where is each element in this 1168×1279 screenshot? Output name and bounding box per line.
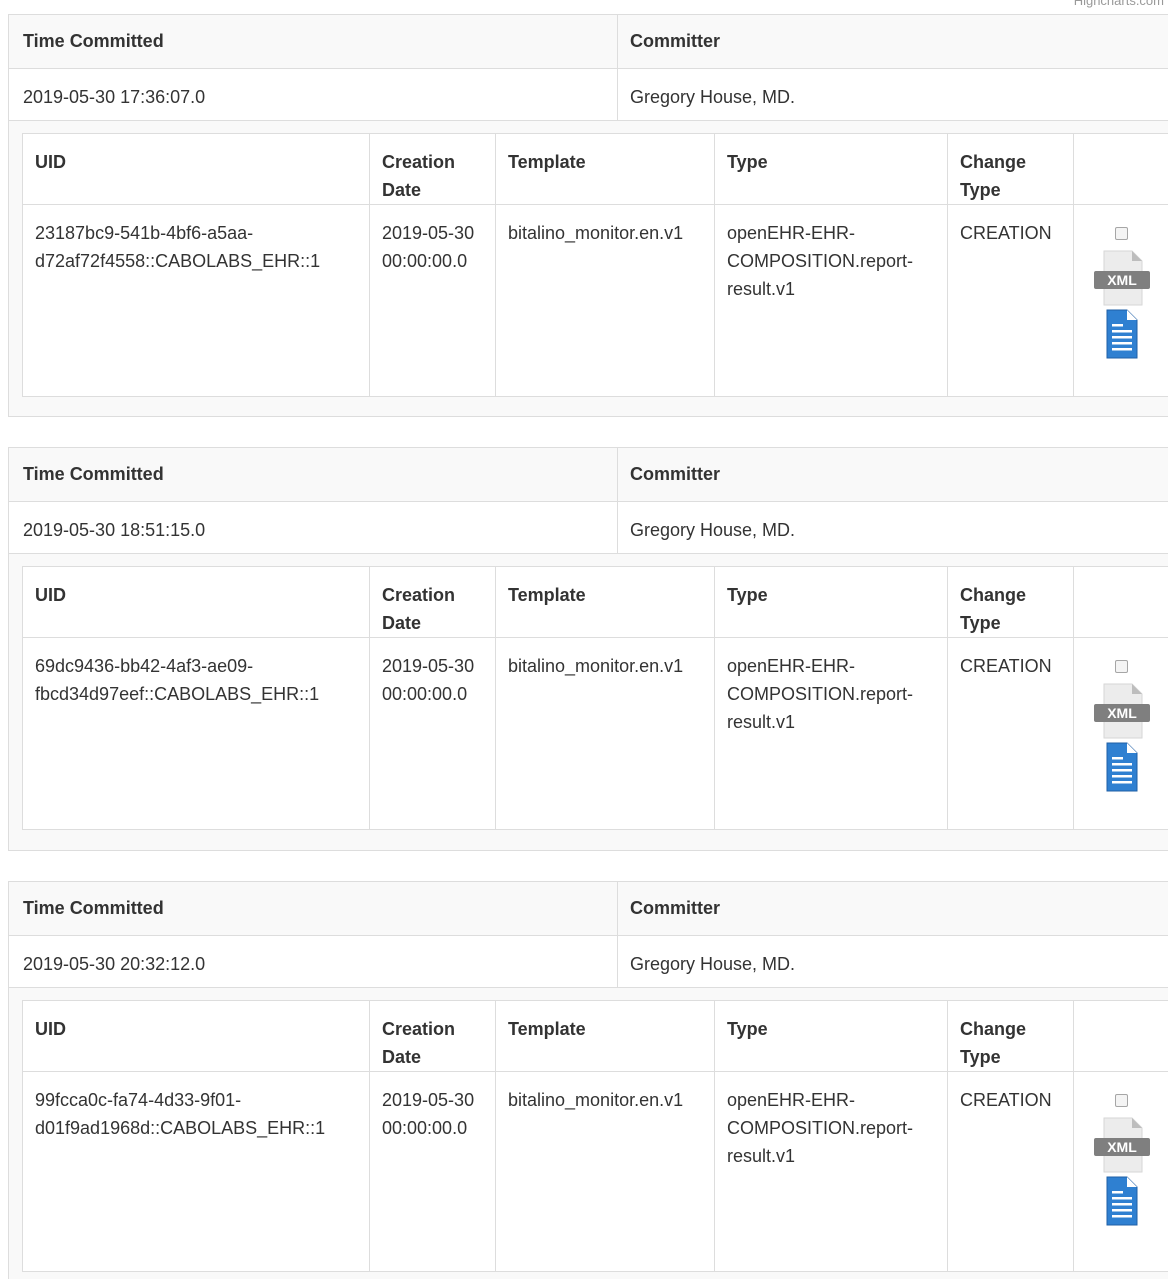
xml-file-icon[interactable]: XML bbox=[1090, 1116, 1154, 1174]
uid-header: UID bbox=[22, 566, 370, 638]
svg-text:XML: XML bbox=[1107, 272, 1137, 288]
time-committed-value: 2019-05-30 18:51:15.0 bbox=[9, 502, 618, 553]
template-header: Template bbox=[495, 566, 715, 638]
committer-value: Gregory House, MD. bbox=[630, 87, 796, 107]
versions-table: UID Creation Date Template Type Change T… bbox=[22, 566, 1168, 830]
highcharts-credit[interactable]: Highcharts.com bbox=[1074, 0, 1164, 9]
time-committed-header: Time Committed bbox=[9, 882, 618, 935]
template-cell: bitalino_monitor.en.v1 bbox=[495, 204, 715, 397]
uid-header: UID bbox=[22, 1000, 370, 1072]
type-cell: openEHR-EHR-COMPOSITION.report-result.v1 bbox=[714, 637, 948, 830]
creation-date-cell: 2019-05-30 00:00:00.0 bbox=[369, 1071, 496, 1272]
type-header: Type bbox=[714, 1000, 948, 1072]
versions-table: UID Creation Date Template Type Change T… bbox=[22, 1000, 1168, 1272]
table-row: 99fcca0c-fa74-4d33-9f01-d01f9ad1968d::CA… bbox=[22, 1071, 1168, 1272]
time-committed-header: Time Committed bbox=[9, 448, 618, 501]
contribution-block: Time Committed Committer 2019-05-30 17:3… bbox=[8, 14, 1168, 417]
svg-text:XML: XML bbox=[1107, 705, 1137, 721]
versions-header-row: UID Creation Date Template Type Change T… bbox=[22, 1000, 1168, 1072]
change-type-cell: CREATION bbox=[947, 1071, 1074, 1272]
committer-value: Gregory House, MD. bbox=[630, 520, 796, 540]
type-cell: openEHR-EHR-COMPOSITION.report-result.v1 bbox=[714, 204, 948, 397]
actions-header bbox=[1073, 1000, 1168, 1072]
creation-date-header: Creation Date bbox=[369, 1000, 496, 1072]
actions-cell: XML bbox=[1073, 204, 1168, 397]
committer-header: Committer bbox=[630, 898, 721, 918]
contribution-row: 2019-05-30 20:32:12.0 Gregory House, MD. bbox=[9, 936, 1168, 988]
uid-cell: 69dc9436-bb42-4af3-ae09-fbcd34d97eef::CA… bbox=[22, 637, 370, 830]
contribution-header-row: Time Committed Committer bbox=[9, 15, 1168, 69]
type-header: Type bbox=[714, 133, 948, 205]
committer-value: Gregory House, MD. bbox=[630, 954, 796, 974]
select-version-checkbox[interactable] bbox=[1115, 1094, 1129, 1107]
contribution-row: 2019-05-30 17:36:07.0 Gregory House, MD. bbox=[9, 69, 1168, 121]
change-type-cell: CREATION bbox=[947, 204, 1074, 397]
type-cell: openEHR-EHR-COMPOSITION.report-result.v1 bbox=[714, 1071, 948, 1272]
select-version-checkbox[interactable] bbox=[1115, 227, 1129, 240]
change-type-cell: CREATION bbox=[947, 637, 1074, 830]
time-committed-value: 2019-05-30 20:32:12.0 bbox=[9, 936, 618, 987]
actions-header bbox=[1073, 133, 1168, 205]
actions-cell: XML bbox=[1073, 637, 1168, 830]
template-cell: bitalino_monitor.en.v1 bbox=[495, 637, 715, 830]
xml-file-icon[interactable]: XML bbox=[1090, 249, 1154, 307]
uid-cell: 99fcca0c-fa74-4d33-9f01-d01f9ad1968d::CA… bbox=[22, 1071, 370, 1272]
uid-header: UID bbox=[22, 133, 370, 205]
select-version-checkbox[interactable] bbox=[1115, 660, 1129, 673]
creation-date-cell: 2019-05-30 00:00:00.0 bbox=[369, 637, 496, 830]
contribution-row: 2019-05-30 18:51:15.0 Gregory House, MD. bbox=[9, 502, 1168, 554]
template-header: Template bbox=[495, 133, 715, 205]
creation-date-header: Creation Date bbox=[369, 133, 496, 205]
document-icon[interactable] bbox=[1105, 1175, 1139, 1227]
contribution-header-row: Time Committed Committer bbox=[9, 448, 1168, 502]
committer-header: Committer bbox=[630, 464, 721, 484]
creation-date-header: Creation Date bbox=[369, 566, 496, 638]
type-header: Type bbox=[714, 566, 948, 638]
time-committed-value: 2019-05-30 17:36:07.0 bbox=[9, 69, 618, 120]
template-cell: bitalino_monitor.en.v1 bbox=[495, 1071, 715, 1272]
change-type-header: Change Type bbox=[947, 1000, 1074, 1072]
contribution-block: Time Committed Committer 2019-05-30 20:3… bbox=[8, 881, 1168, 1279]
document-icon[interactable] bbox=[1105, 741, 1139, 793]
table-row: 23187bc9-541b-4bf6-a5aa-d72af72f4558::CA… bbox=[22, 204, 1168, 397]
svg-text:XML: XML bbox=[1107, 1139, 1137, 1155]
versions-header-row: UID Creation Date Template Type Change T… bbox=[22, 133, 1168, 205]
document-icon[interactable] bbox=[1105, 308, 1139, 360]
committer-header: Committer bbox=[630, 31, 721, 51]
uid-cell: 23187bc9-541b-4bf6-a5aa-d72af72f4558::CA… bbox=[22, 204, 370, 397]
change-type-header: Change Type bbox=[947, 566, 1074, 638]
actions-cell: XML bbox=[1073, 1071, 1168, 1272]
xml-file-icon[interactable]: XML bbox=[1090, 682, 1154, 740]
versions-header-row: UID Creation Date Template Type Change T… bbox=[22, 566, 1168, 638]
contribution-block: Time Committed Committer 2019-05-30 18:5… bbox=[8, 447, 1168, 851]
time-committed-header: Time Committed bbox=[9, 15, 618, 68]
actions-header bbox=[1073, 566, 1168, 638]
change-type-header: Change Type bbox=[947, 133, 1074, 205]
contribution-header-row: Time Committed Committer bbox=[9, 882, 1168, 936]
table-row: 69dc9436-bb42-4af3-ae09-fbcd34d97eef::CA… bbox=[22, 637, 1168, 830]
versions-table: UID Creation Date Template Type Change T… bbox=[22, 133, 1168, 397]
creation-date-cell: 2019-05-30 00:00:00.0 bbox=[369, 204, 496, 397]
template-header: Template bbox=[495, 1000, 715, 1072]
